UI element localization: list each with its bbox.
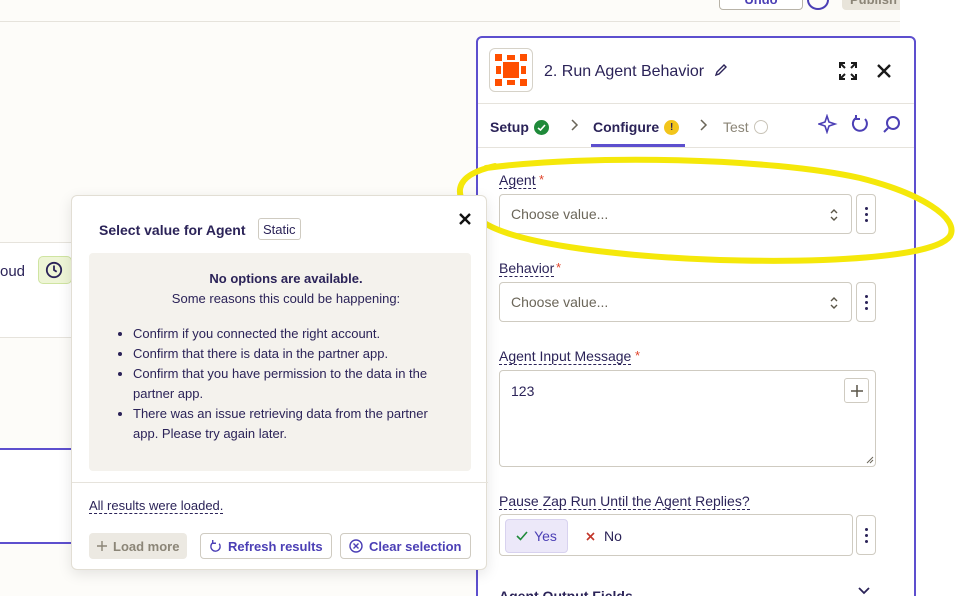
no-options-heading: No options are available. [209,271,363,286]
static-badge: Static [258,218,301,240]
no-options-message: No options are available. Some reasons t… [89,253,471,471]
pause-more-button[interactable] [856,515,876,555]
top-bar: Undo Publish [0,0,912,22]
warning-icon: ! [664,119,680,135]
behavior-more-button[interactable] [856,282,876,322]
app-logo-icon [489,48,533,92]
canvas-node-selected[interactable] [0,448,80,544]
tab-configure[interactable]: Configure ! [593,119,680,135]
pause-yes-label: Yes [534,528,557,544]
load-more-button[interactable]: Load more [89,533,188,559]
behavior-select[interactable]: Choose value... [499,282,852,322]
pause-no-option[interactable]: No [586,519,622,553]
reasons-list: Confirm if you connected the right accou… [117,324,455,444]
tab-setup-label: Setup [490,119,529,135]
check-icon [533,119,549,135]
panel-title: 2. Run Agent Behavior [544,63,705,80]
list-item: There was an issue retrieving data from … [133,404,455,444]
popover-title: Select value for Agent [99,222,246,238]
agent-label: Agent [499,172,536,189]
updown-icon [830,209,838,221]
clear-selection-label: Clear selection [369,538,462,554]
close-icon[interactable] [876,63,892,79]
active-tab-indicator [591,144,685,147]
tab-configure-label: Configure [593,119,660,135]
plus-icon [97,541,107,551]
pause-no-label: No [604,528,622,544]
x-icon [586,531,595,541]
input-message-field[interactable]: 123 [499,370,876,467]
canvas-node-label: oud [0,263,26,280]
list-item: Confirm that you have permission to the … [133,364,455,404]
refresh-icon[interactable] [850,114,870,134]
no-options-subheading: Some reasons this could be happening: [171,291,401,306]
panel-header: 2. Run Agent Behavior [478,38,914,104]
results-status: All results were loaded. [89,498,224,514]
divider [72,482,488,483]
pencil-icon[interactable] [714,63,728,77]
required-mark: * [635,348,641,363]
pause-label: Pause Zap Run Until the Agent Replies? [499,493,750,510]
history-icon[interactable] [807,0,829,10]
close-icon[interactable] [458,212,472,226]
input-message-label: Agent Input Message [499,348,632,365]
required-mark: * [539,172,545,187]
clock-icon[interactable] [38,256,72,284]
clear-icon [349,539,363,553]
updown-icon [830,297,838,309]
search-icon[interactable] [882,114,902,134]
list-item: Confirm if you connected the right accou… [133,324,455,344]
behavior-label: Behavior [499,260,555,277]
chevron-down-icon[interactable] [857,586,871,596]
agent-select[interactable]: Choose value... [499,194,852,234]
output-fields-section[interactable]: Agent Output Fields [499,588,633,596]
load-more-label: Load more [113,538,180,554]
clear-selection-button[interactable]: Clear selection [340,533,471,559]
check-icon [516,531,528,541]
tab-test[interactable]: Test [723,119,768,135]
panel-tools [818,114,902,134]
chevron-right-icon [571,119,579,131]
pause-toggle: Yes No [499,514,853,556]
required-mark: * [556,260,562,275]
agent-more-button[interactable] [856,194,876,234]
resize-handle-icon[interactable] [866,456,874,464]
agent-select-placeholder: Choose value... [511,206,609,222]
behavior-select-placeholder: Choose value... [511,294,609,310]
refresh-results-button[interactable]: Refresh results [200,533,332,559]
tab-test-label: Test [723,119,749,135]
select-value-popover: Select value for Agent Static No options… [71,195,488,570]
list-item: Confirm that there is data in the partne… [133,344,455,364]
pause-yes-option[interactable]: Yes [505,519,568,553]
refresh-icon [210,539,221,552]
chevron-right-icon [700,119,708,131]
refresh-results-label: Refresh results [228,538,323,554]
insert-data-button[interactable] [844,378,869,403]
tab-setup[interactable]: Setup [490,119,549,135]
pending-icon [753,120,768,134]
expand-icon[interactable] [838,61,858,81]
undo-button[interactable]: Undo [719,0,803,10]
sparkle-icon[interactable] [818,114,838,134]
